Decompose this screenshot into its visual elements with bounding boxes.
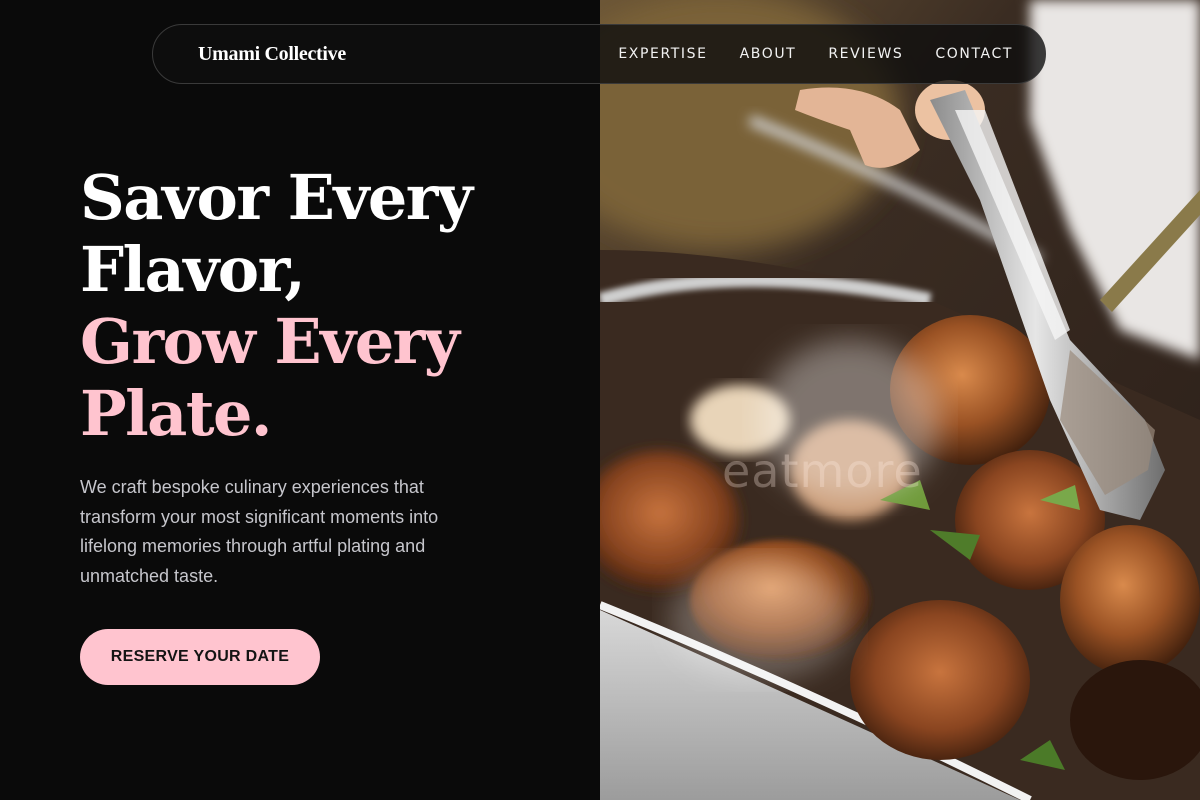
hero-headline-line-3: Grow Every — [80, 305, 460, 378]
nav-link-reviews[interactable]: REVIEWS — [828, 46, 903, 62]
hero-headline-line-4: Plate. — [80, 377, 273, 450]
hero-headline-line-2: Flavor, — [80, 233, 306, 306]
nav-link-about[interactable]: ABOUT — [740, 46, 797, 62]
nav-link-contact[interactable]: CONTACT — [935, 46, 1013, 62]
hero-headline: Savor Every Flavor, Grow Every Plate. — [80, 161, 473, 450]
hero-description: We craft bespoke culinary experiences th… — [80, 477, 439, 586]
brand-logo[interactable]: Umami Collective — [198, 43, 346, 66]
hero-headline-line-1: Savor Every — [80, 161, 473, 234]
image-watermark: eatmore — [722, 444, 923, 498]
nav-links: EXPERTISE ABOUT REVIEWS CONTACT — [618, 46, 1013, 62]
top-navbar: Umami Collective EXPERTISE ABOUT REVIEWS… — [152, 24, 1046, 84]
nav-link-expertise[interactable]: EXPERTISE — [618, 46, 707, 62]
reserve-date-button[interactable]: RESERVE YOUR DATE — [80, 629, 320, 685]
hero-food-photo: eatmore — [600, 0, 1200, 800]
